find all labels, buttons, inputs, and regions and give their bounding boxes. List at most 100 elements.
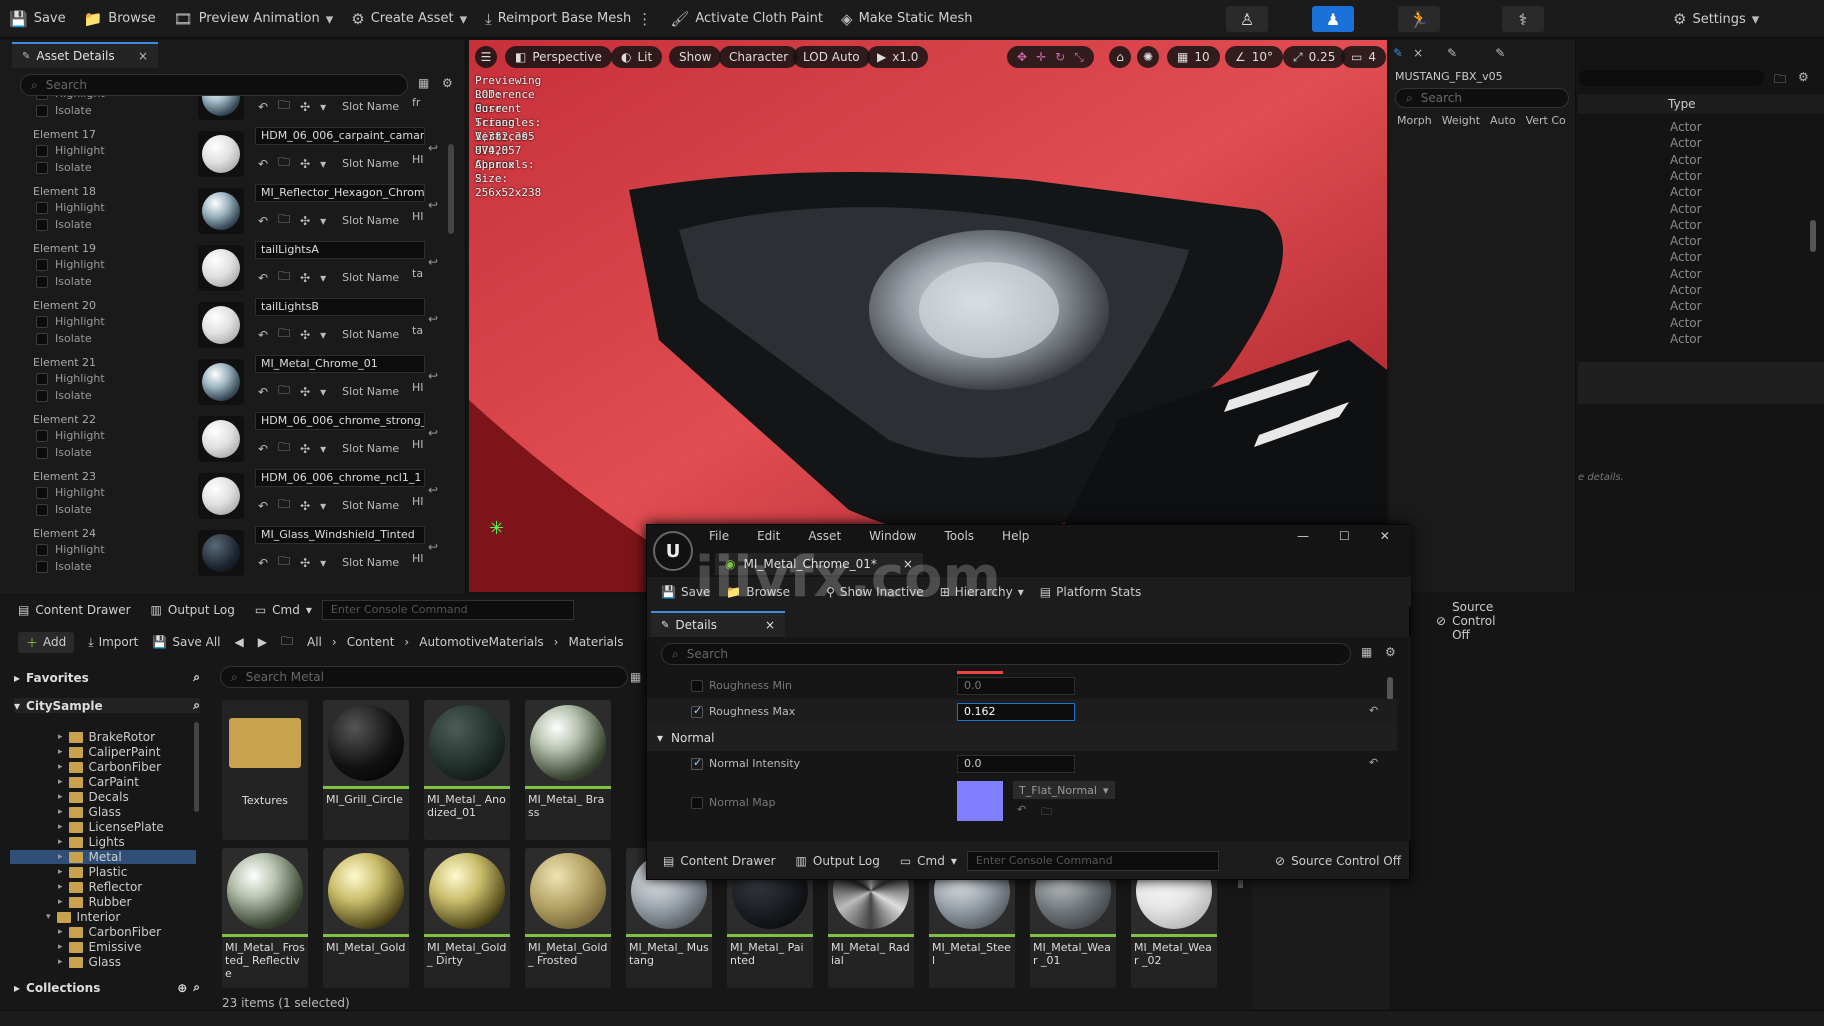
tree-folder[interactable]: ▸ Rubber — [58, 895, 132, 909]
import-button[interactable]: ⤓ Import — [88, 635, 138, 650]
add-button[interactable]: ＋ Add — [18, 631, 75, 653]
reset-arrow-icon[interactable]: ↶ — [258, 328, 268, 342]
filter-icon[interactable]: ▦ — [630, 670, 641, 684]
reset-arrow-icon[interactable]: ↶ — [258, 100, 268, 114]
viewport-menu-button[interactable]: ☰ — [475, 46, 497, 68]
hierarchy-button[interactable]: ⊞ Hierarchy ▾ — [940, 585, 1024, 599]
editor-save-button[interactable]: 💾 Save — [661, 585, 710, 599]
gear-icon[interactable]: ⚙ — [442, 76, 453, 90]
normal-intensity-checkbox[interactable] — [691, 756, 703, 770]
chevron-right-icon[interactable]: ▸ — [58, 777, 63, 787]
highlight-checkbox[interactable] — [36, 258, 48, 271]
browse-asset-icon[interactable]: 🗀 — [278, 153, 290, 174]
settings-button[interactable]: ⚙ Settings ▾ — [1664, 0, 1768, 38]
tree-folder[interactable]: ▸ Metal — [10, 850, 196, 864]
isolate-toggle[interactable]: Isolate — [36, 218, 92, 231]
folder-tile[interactable]: Textures — [222, 700, 308, 840]
perspective-button[interactable]: ◧ Perspective — [505, 46, 612, 68]
save-button[interactable]: 💾 Save — [0, 0, 75, 38]
isolate-toggle[interactable]: Isolate — [36, 503, 92, 516]
tree-folder[interactable]: ▸ Glass — [58, 955, 121, 969]
tree-folder[interactable]: ▸ BrakeRotor — [58, 730, 155, 744]
material-picker[interactable]: tailLightsB — [255, 298, 425, 316]
isolate-toggle[interactable]: Isolate — [36, 389, 92, 402]
material-thumbnail[interactable] — [198, 473, 244, 519]
character-button[interactable]: Character — [719, 46, 799, 68]
tree-folder[interactable]: ▸ CaliperPaint — [58, 745, 161, 759]
highlight-checkbox[interactable] — [36, 429, 48, 442]
slot-name-value[interactable]: HI — [412, 438, 424, 451]
actor-row[interactable]: Actor — [1670, 250, 1702, 264]
normal-section-header[interactable]: ▾ Normal — [647, 725, 1397, 751]
tree-folder[interactable]: ▾ Interior — [46, 910, 120, 924]
reset-arrow-icon[interactable]: ↶ — [258, 556, 268, 570]
folder-add-icon[interactable]: 🗀 — [1774, 70, 1786, 91]
options-icon[interactable]: ✣ — [300, 214, 310, 228]
isolate-toggle[interactable]: Isolate — [36, 332, 92, 345]
cmd-dropdown[interactable]: ▭ Cmd ▾ — [245, 596, 322, 624]
slot-name-value[interactable]: fr — [412, 96, 420, 109]
highlight-checkbox[interactable] — [36, 96, 48, 100]
actor-row[interactable]: Actor — [1670, 185, 1702, 199]
chevron-right-icon[interactable]: ▸ — [58, 927, 63, 937]
material-picker[interactable]: HDM_06_006_chrome_strong_glos — [255, 412, 425, 430]
output-log-tab[interactable]: ▥ Output Log — [141, 596, 245, 624]
close-icon[interactable]: × — [903, 557, 913, 571]
breadcrumb-content[interactable]: Content — [347, 635, 395, 649]
isolate-checkbox[interactable] — [36, 560, 48, 573]
material-picker[interactable]: MI_Metal_Chrome_01 — [255, 355, 425, 373]
normal-intensity-field[interactable]: 0.0 — [957, 755, 1075, 773]
menu-tools[interactable]: Tools — [944, 529, 974, 543]
reset-to-default-icon[interactable]: ↩ — [428, 312, 438, 326]
reset-arrow-icon[interactable]: ↶ — [258, 271, 268, 285]
chevron-right-icon[interactable]: ▸ — [58, 852, 63, 862]
highlight-toggle[interactable]: Highlight — [36, 486, 105, 499]
reset-to-default-icon[interactable]: ↩ — [428, 198, 438, 212]
select-icon[interactable]: ✥ — [1017, 50, 1027, 64]
breadcrumb-automotive-materials[interactable]: AutomotiveMaterials — [419, 635, 543, 649]
gear-icon[interactable]: ⚙ — [1385, 645, 1396, 659]
browse-asset-icon[interactable]: 🗀 — [278, 96, 290, 117]
reset-arrow-icon[interactable]: ↶ — [258, 442, 268, 456]
search-icon[interactable]: ⌕ — [193, 980, 200, 995]
tree-folder[interactable]: ▸ Plastic — [58, 865, 127, 879]
table-view-icon[interactable]: ▦ — [1361, 645, 1372, 659]
tree-folder[interactable]: ▸ CarbonFiber — [58, 760, 161, 774]
reset-to-default-icon[interactable]: ↩ — [428, 369, 438, 383]
material-thumbnail[interactable] — [198, 245, 244, 291]
close-icon[interactable]: × — [1413, 46, 1423, 60]
menu-file[interactable]: File — [709, 529, 729, 543]
slot-name-value[interactable]: HI — [412, 495, 424, 508]
material-picker[interactable]: MI_Reflector_Hexagon_Chrome — [255, 184, 425, 202]
material-asset-tile[interactable]: MI_Grill_Circle — [323, 700, 409, 840]
tree-folder[interactable]: ▸ CarPaint — [58, 775, 139, 789]
chevron-down-icon[interactable]: ▾ — [320, 385, 326, 399]
outliner-scrollbar[interactable] — [1810, 220, 1816, 252]
reimport-base-mesh-button[interactable]: ⤓ Reimport Base Mesh ⋮ — [476, 0, 661, 38]
normal-map-checkbox[interactable] — [691, 797, 703, 809]
move-icon[interactable]: ✛ — [1036, 50, 1046, 64]
search-icon[interactable]: ⌕ — [193, 670, 200, 685]
tree-folder[interactable]: ▸ CarbonFiber — [58, 925, 161, 939]
options-icon[interactable]: ✣ — [300, 100, 310, 114]
asset-details-tab[interactable]: ✎ Asset Details × — [12, 42, 158, 68]
show-button[interactable]: Show — [669, 46, 722, 68]
actor-row[interactable]: Actor — [1670, 136, 1702, 150]
browse-button[interactable]: 📁 Browse — [75, 0, 165, 38]
edit-icon-2[interactable]: ✎ — [1495, 46, 1505, 60]
roughness-min-field[interactable]: 0.0 — [957, 677, 1075, 695]
close-icon[interactable]: × — [765, 618, 775, 632]
tree-folder[interactable]: ▸ Reflector — [58, 880, 142, 894]
console-input[interactable]: Enter Console Command — [321, 600, 574, 620]
material-asset-tile[interactable]: MI_Metal_Gold_ Dirty — [424, 848, 510, 988]
chevron-down-icon[interactable]: ▾ — [46, 912, 51, 922]
morph-tab-icon[interactable]: ✎ — [1393, 46, 1403, 60]
reset-to-default-icon[interactable]: ↩ — [428, 96, 438, 98]
highlight-toggle[interactable]: Highlight — [36, 429, 105, 442]
chevron-right-icon[interactable]: ▸ — [58, 822, 63, 832]
tree-folder[interactable]: ▸ LicensePlate — [58, 820, 164, 834]
reset-to-default-icon[interactable]: ↶ — [1369, 756, 1378, 769]
highlight-checkbox[interactable] — [36, 543, 48, 556]
material-tab[interactable]: ◉ MI_Metal_Chrome_01* × — [715, 553, 923, 575]
roughness-max-checkbox[interactable] — [691, 704, 703, 718]
